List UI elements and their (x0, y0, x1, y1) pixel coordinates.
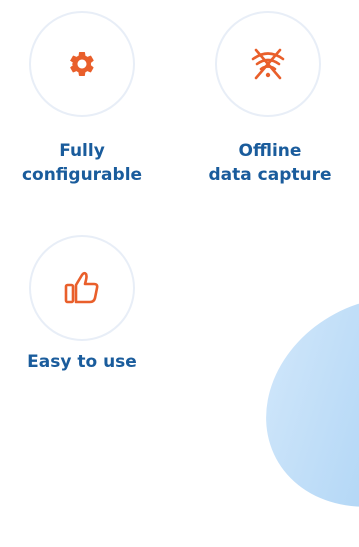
feature-label-line: Offline (238, 141, 302, 161)
feature-icon-circle-configurable (29, 11, 135, 117)
feature-label-line: Easy to use (27, 352, 137, 372)
thumbs-up-icon (64, 271, 99, 304)
feature-icon-circle-offline (215, 11, 321, 117)
decorative-blob (229, 257, 359, 547)
feature-label-line: Fully (59, 141, 105, 161)
feature-label-line: configurable (21, 165, 143, 185)
feature-label-offline: Offline data capture (205, 139, 335, 187)
feature-label-easy: Easy to use (15, 350, 149, 374)
gear-icon (69, 51, 94, 76)
feature-label-configurable: Fully configurable (15, 139, 149, 187)
feature-label-line: data capture (208, 165, 332, 185)
no-wifi-icon (251, 48, 285, 80)
feature-icon-circle-easy (29, 235, 135, 341)
